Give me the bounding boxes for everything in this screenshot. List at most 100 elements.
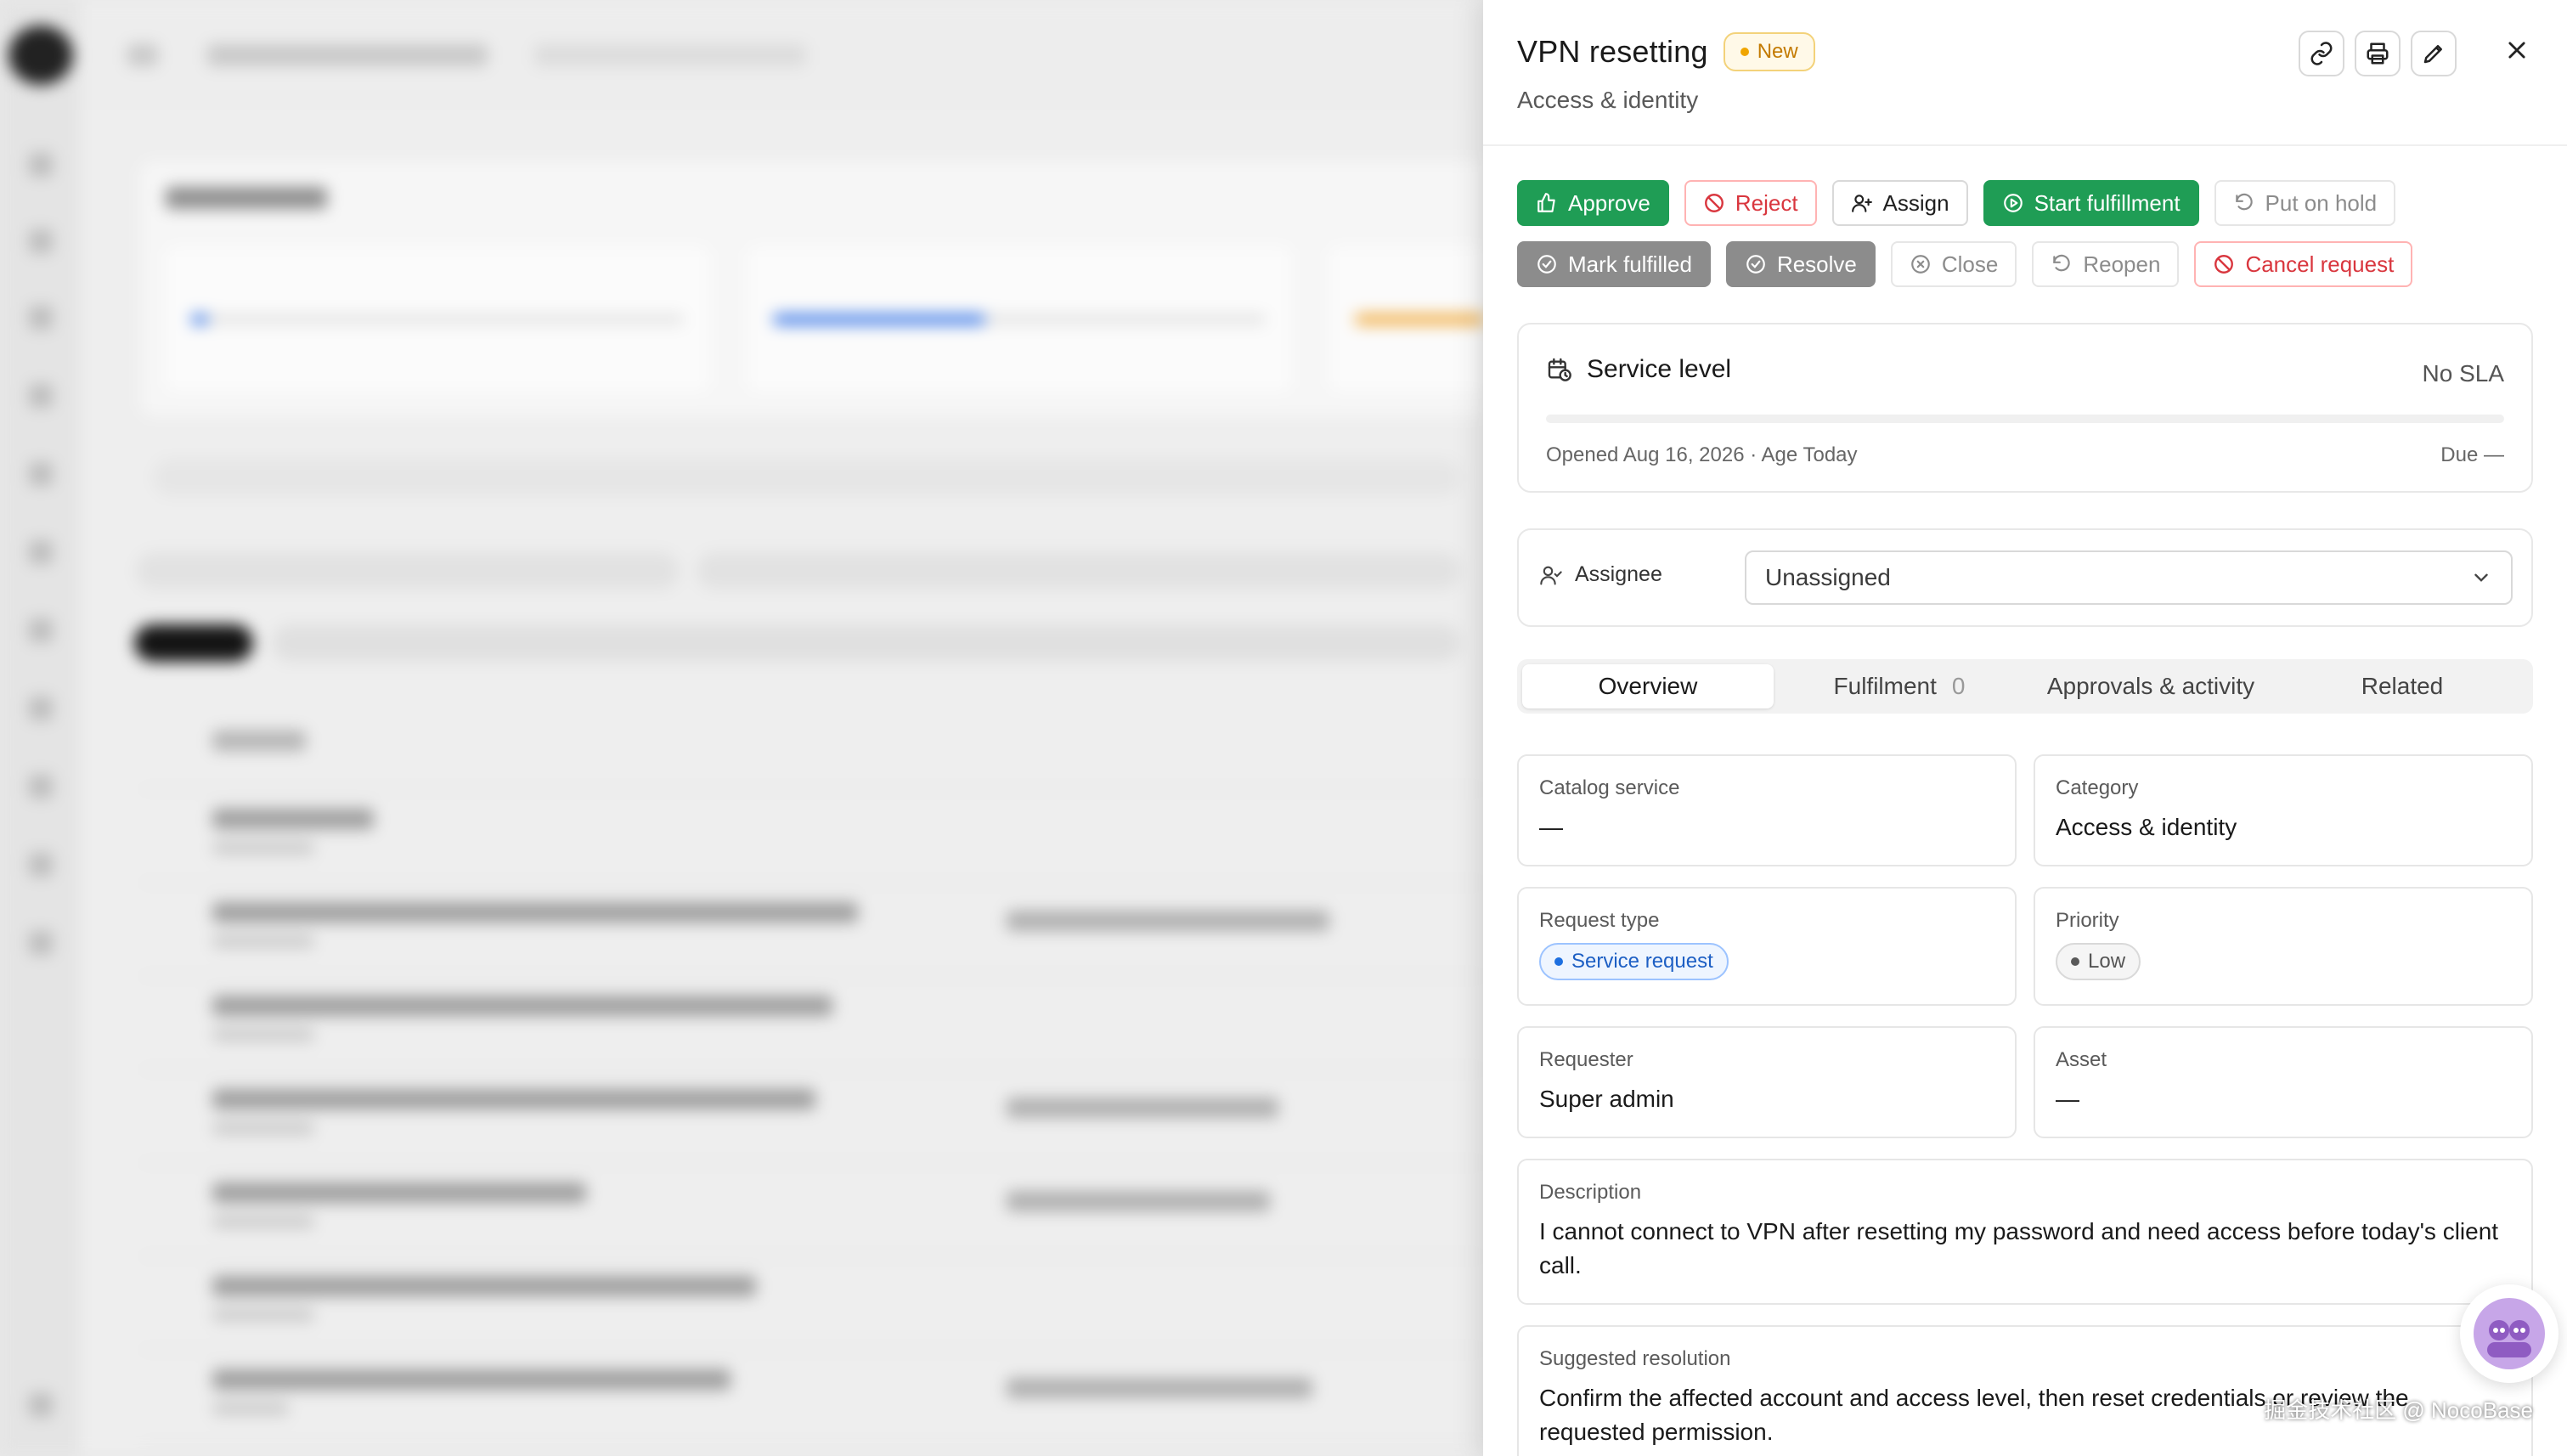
- user-plus-icon: [1851, 195, 1872, 212]
- start-fulfillment-label: Start fulfillment: [2034, 189, 2181, 216]
- assignee-label-text: Assignee: [1575, 562, 1662, 586]
- action-row-secondary: Mark fulfilled Resolve Close Reopen Canc…: [1517, 241, 2413, 287]
- tab-overview[interactable]: Overview: [1522, 664, 1774, 708]
- status-badge: New: [1723, 32, 1815, 71]
- put-on-hold-label: Put on hold: [2265, 189, 2378, 216]
- close-request-button[interactable]: Close: [1890, 241, 2017, 287]
- ban-icon: [1704, 194, 1724, 212]
- tab-related[interactable]: Related: [2276, 664, 2528, 708]
- tab-fulfilment[interactable]: Fulfilment 0: [1774, 664, 2025, 708]
- request-type-field: Request type Service request: [1517, 887, 2017, 1006]
- request-detail-drawer: VPN resetting New Access & identity Appr…: [1483, 0, 2567, 1456]
- watermark: 掘金技术社区 @ NocoBase: [2264, 1397, 2533, 1423]
- request-type-tag: Service request: [1539, 943, 1729, 980]
- cancel-request-button[interactable]: Cancel request: [2194, 241, 2413, 287]
- action-row-primary: Approve Reject Assign Start fulfillment …: [1517, 180, 2396, 226]
- tab-approvals-label: Approvals & activity: [2046, 673, 2255, 699]
- link-icon: [2310, 42, 2333, 65]
- calendar-clock-icon: [1548, 358, 1571, 381]
- resolve-button[interactable]: Resolve: [1725, 241, 1876, 287]
- sla-due-text: Due —: [2440, 443, 2504, 466]
- priority-value: Low: [2088, 950, 2126, 973]
- status-label: New: [1757, 40, 1798, 63]
- title-row: VPN resetting New: [1517, 32, 1815, 71]
- status-dot: [1740, 48, 1749, 56]
- approve-button[interactable]: Approve: [1517, 180, 1669, 226]
- assistant-avatar-button[interactable]: [2460, 1284, 2559, 1383]
- user-icon: [1540, 566, 1562, 585]
- cancel-request-label: Cancel request: [2245, 251, 2395, 277]
- requester-field: Requester Super admin: [1517, 1026, 2017, 1138]
- suggested-resolution-field: Suggested resolution Confirm the affecte…: [1517, 1325, 2533, 1456]
- edit-icon: [2423, 45, 2442, 64]
- suggested-resolution-label: Suggested resolution: [1539, 1347, 1731, 1370]
- edit-button[interactable]: [2411, 31, 2457, 76]
- assign-button[interactable]: Assign: [1831, 180, 1968, 226]
- priority-tag: Low: [2056, 943, 2141, 980]
- put-on-hold-button[interactable]: Put on hold: [2214, 180, 2396, 226]
- close-circle-icon: [1911, 255, 1930, 274]
- asset-field: Asset —: [2034, 1026, 2533, 1138]
- request-subtitle: Access & identity: [1517, 87, 1699, 113]
- assign-label: Assign: [1882, 189, 1949, 216]
- request-type-value: Service request: [1571, 950, 1713, 973]
- check-circle-icon: [1746, 255, 1765, 274]
- assignee-value: Unassigned: [1765, 564, 1891, 590]
- service-level-label: Service level: [1587, 355, 1732, 383]
- background-app-blurred: [0, 0, 1483, 1456]
- sla-progress-track: [1546, 415, 2504, 423]
- print-icon: [2367, 42, 2389, 65]
- description-label: Description: [1539, 1181, 1642, 1204]
- print-button[interactable]: [2355, 31, 2401, 76]
- detail-tabs: Overview Fulfilment 0 Approvals & activi…: [1517, 659, 2533, 714]
- description-value: I cannot connect to VPN after resetting …: [1539, 1218, 2499, 1278]
- mark-fulfilled-label: Mark fulfilled: [1568, 251, 1692, 277]
- assistant-avatar-icon: [2474, 1298, 2545, 1369]
- copy-link-button[interactable]: [2299, 31, 2344, 76]
- catalog-service-label: Catalog service: [1539, 776, 1680, 799]
- background-topbar: [80, 0, 1483, 110]
- background-logo: [8, 25, 73, 85]
- requester-value: Super admin: [1539, 1086, 1674, 1112]
- undo-icon: [2053, 254, 2071, 272]
- reopen-label: Reopen: [2083, 251, 2161, 277]
- close-drawer-button[interactable]: [2497, 31, 2536, 70]
- request-title: VPN resetting: [1517, 34, 1708, 69]
- catalog-service-field: Catalog service —: [1517, 754, 2017, 866]
- category-value: Access & identity: [2056, 814, 2237, 840]
- resolve-label: Resolve: [1776, 251, 1857, 277]
- priority-label: Priority: [2056, 909, 2119, 932]
- tab-approvals-activity[interactable]: Approvals & activity: [2025, 664, 2276, 708]
- tab-related-label: Related: [2361, 673, 2444, 699]
- drawer-header: VPN resetting New Access & identity: [1483, 0, 2567, 146]
- service-level-title: Service level: [1546, 355, 1731, 384]
- check-circle-icon: [1537, 255, 1556, 274]
- category-label: Category: [2056, 776, 2139, 799]
- assignee-select[interactable]: Unassigned: [1745, 550, 2513, 605]
- header-actions: [2299, 31, 2457, 76]
- tab-overview-label: Overview: [1598, 673, 1698, 699]
- assignee-card: Assignee Unassigned: [1517, 528, 2533, 627]
- ban-icon: [2214, 255, 2234, 274]
- sla-value: No SLA: [2422, 360, 2505, 387]
- tab-fulfilment-count: 0: [1951, 673, 1966, 699]
- start-fulfillment-button[interactable]: Start fulfillment: [1983, 180, 2199, 226]
- chevron-down-icon: [2474, 573, 2488, 582]
- request-type-dot: [1554, 957, 1563, 966]
- reopen-button[interactable]: Reopen: [2032, 241, 2180, 287]
- background-aging-card: [140, 161, 1483, 416]
- close-icon: [2508, 42, 2525, 59]
- reject-label: Reject: [1735, 189, 1798, 216]
- service-level-card: Service level No SLA Opened Aug 16, 2026…: [1517, 323, 2533, 493]
- thumbs-up-icon: [1537, 193, 1555, 212]
- approve-label: Approve: [1568, 189, 1650, 216]
- undo-icon: [2235, 193, 2253, 211]
- assignee-label: Assignee: [1539, 562, 1662, 587]
- tab-fulfilment-label: Fulfilment: [1833, 673, 1937, 699]
- sla-opened-text: Opened Aug 16, 2026 · Age Today: [1546, 443, 1858, 466]
- mark-fulfilled-button[interactable]: Mark fulfilled: [1517, 241, 1711, 287]
- asset-label: Asset: [2056, 1048, 2107, 1071]
- catalog-service-value: —: [1539, 814, 1563, 840]
- reject-button[interactable]: Reject: [1684, 180, 1817, 226]
- priority-field: Priority Low: [2034, 887, 2533, 1006]
